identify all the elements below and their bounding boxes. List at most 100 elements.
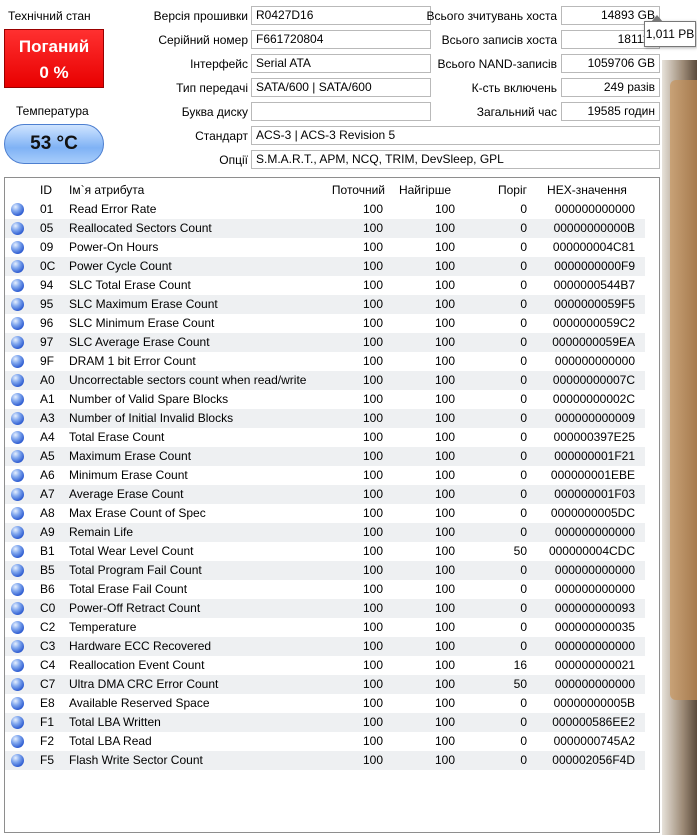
attribute-id: E8 bbox=[40, 696, 55, 710]
attribute-current: 100 bbox=[362, 316, 383, 330]
attribute-name: SLC Average Erase Count bbox=[69, 335, 210, 349]
table-row[interactable]: A5 Maximum Erase Count 100 100 0 000000001F21 bbox=[5, 447, 645, 466]
attribute-name: Ultra DMA CRC Error Count bbox=[69, 677, 219, 691]
attribute-raw: 000000004CDC bbox=[548, 544, 635, 558]
standard-field[interactable]: ACS-3 | ACS-3 Revision 5 bbox=[251, 126, 660, 145]
header-name[interactable]: Ім`я атрибута bbox=[69, 181, 319, 200]
attribute-worst: 100 bbox=[434, 620, 455, 634]
table-row[interactable]: A3 Number of Initial Invalid Blocks 100 100… bbox=[5, 409, 645, 428]
status-dot-icon bbox=[11, 222, 24, 235]
firmware-field[interactable]: R0427D16 bbox=[251, 6, 431, 25]
attribute-raw: 000000004C81 bbox=[552, 240, 635, 254]
attribute-current: 100 bbox=[362, 240, 383, 254]
drive-letter-field[interactable] bbox=[251, 102, 431, 121]
header-threshold[interactable]: Поріг bbox=[465, 181, 527, 200]
attribute-threshold: 0 bbox=[520, 430, 527, 444]
status-dot-icon bbox=[11, 754, 24, 767]
table-row[interactable]: B5 Total Program Fail Count 100 100 0 0000000… bbox=[5, 561, 645, 580]
table-row[interactable]: 95 SLC Maximum Erase Count 100 100 0 00000000… bbox=[5, 295, 645, 314]
attribute-raw: 0000000005DC bbox=[550, 506, 635, 520]
serial-field[interactable]: F661720804 bbox=[251, 30, 431, 49]
transfer-field[interactable]: SATA/600 | SATA/600 bbox=[251, 78, 431, 97]
table-row[interactable]: A9 Remain Life 100 100 0 000000000000 bbox=[5, 523, 645, 542]
attribute-worst: 100 bbox=[434, 468, 455, 482]
attribute-id: C4 bbox=[40, 658, 56, 672]
background-window-edge bbox=[662, 60, 697, 835]
table-row[interactable]: A6 Minimum Erase Count 100 100 0 000000001EBE bbox=[5, 466, 645, 485]
attribute-id: B1 bbox=[40, 544, 55, 558]
table-row[interactable]: 94 SLC Total Erase Count 100 100 0 0000000544… bbox=[5, 276, 645, 295]
table-row[interactable]: A0 Uncorrectable sectors count when read/… bbox=[5, 371, 645, 390]
attribute-id: A4 bbox=[40, 430, 55, 444]
table-row[interactable]: B6 Total Erase Fail Count 100 100 0 000000000… bbox=[5, 580, 645, 599]
table-row[interactable]: 9F DRAM 1 bit Error Count 100 100 0 000000000… bbox=[5, 352, 645, 371]
attribute-threshold: 0 bbox=[520, 449, 527, 463]
table-row[interactable]: A7 Average Erase Count 100 100 0 000000001F03 bbox=[5, 485, 645, 504]
table-row[interactable]: F5 Flash Write Sector Count 100 100 0 0000020… bbox=[5, 751, 645, 770]
power-on-count-field[interactable]: 249 разів bbox=[561, 78, 660, 97]
nand-writes-label: Всього NAND-записів bbox=[437, 57, 557, 71]
table-row[interactable]: E8 Available Reserved Space 100 100 0 0000000… bbox=[5, 694, 645, 713]
health-status-box[interactable]: Поганий 0 % bbox=[4, 29, 104, 88]
attribute-worst: 100 bbox=[434, 601, 455, 615]
table-row[interactable]: B1 Total Wear Level Count 100 100 50 00000000… bbox=[5, 542, 645, 561]
smart-attribute-table[interactable]: ID Ім`я атрибута Поточний Найгірше Поріг… bbox=[4, 177, 660, 833]
table-row[interactable]: 0C Power Cycle Count 100 100 0 0000000000F9 bbox=[5, 257, 645, 276]
tooltip: 1,011 PB bbox=[644, 15, 696, 47]
attribute-raw: 00000000005B bbox=[553, 696, 635, 710]
attribute-id: B5 bbox=[40, 563, 55, 577]
table-row[interactable]: C4 Reallocation Event Count 100 100 16 000000… bbox=[5, 656, 645, 675]
attribute-current: 100 bbox=[362, 468, 383, 482]
table-row[interactable]: A4 Total Erase Count 100 100 0 000000397E25 bbox=[5, 428, 645, 447]
attribute-worst: 100 bbox=[434, 430, 455, 444]
table-row[interactable]: A8 Max Erase Count of Spec 100 100 0 00000000… bbox=[5, 504, 645, 523]
features-field[interactable]: S.M.A.R.T., APM, NCQ, TRIM, DevSleep, GP… bbox=[251, 150, 660, 169]
attribute-worst: 100 bbox=[434, 411, 455, 425]
standard-label: Стандарт bbox=[195, 129, 248, 143]
interface-field[interactable]: Serial ATA bbox=[251, 54, 431, 73]
status-dot-icon bbox=[11, 545, 24, 558]
attribute-threshold: 0 bbox=[520, 335, 527, 349]
status-dot-icon bbox=[11, 602, 24, 615]
table-row[interactable]: C2 Temperature 100 100 0 000000000035 bbox=[5, 618, 645, 637]
table-row[interactable]: 96 SLC Minimum Erase Count 100 100 0 00000000… bbox=[5, 314, 645, 333]
header-id[interactable]: ID bbox=[40, 181, 66, 200]
temperature-value[interactable]: 53 °C bbox=[4, 124, 104, 164]
table-row[interactable]: C3 Hardware ECC Recovered 100 100 0 000000000… bbox=[5, 637, 645, 656]
header-worst[interactable]: Найгірше bbox=[395, 181, 455, 200]
attribute-raw: 000000000035 bbox=[554, 620, 635, 634]
table-row[interactable]: 01 Read Error Rate 100 100 0 000000000000 bbox=[5, 200, 645, 219]
nand-writes-field[interactable]: 1059706 GB bbox=[561, 54, 660, 73]
attribute-worst: 100 bbox=[434, 563, 455, 577]
table-row[interactable]: C0 Power-Off Retract Count 100 100 0 00000000… bbox=[5, 599, 645, 618]
attribute-id: 97 bbox=[40, 335, 54, 349]
attribute-name: Total Erase Count bbox=[69, 430, 165, 444]
attribute-threshold: 0 bbox=[520, 316, 527, 330]
table-row[interactable]: 09 Power-On Hours 100 100 0 000000004C81 bbox=[5, 238, 645, 257]
temperature-label: Температура bbox=[16, 104, 89, 118]
attribute-id: A6 bbox=[40, 468, 55, 482]
attribute-raw: 000000001F03 bbox=[554, 487, 635, 501]
table-row[interactable]: A1 Number of Valid Spare Blocks 100 100 0 000… bbox=[5, 390, 645, 409]
table-row[interactable]: 97 SLC Average Erase Count 100 100 0 00000000… bbox=[5, 333, 645, 352]
attribute-raw: 000000397E25 bbox=[553, 430, 635, 444]
status-dot-icon bbox=[11, 659, 24, 672]
table-row[interactable]: C7 Ultra DMA CRC Error Count 100 100 50 00000… bbox=[5, 675, 645, 694]
power-on-hours-field[interactable]: 19585 годин bbox=[561, 102, 660, 121]
attribute-raw: 000002056F4D bbox=[552, 753, 635, 767]
table-row[interactable]: F2 Total LBA Read 100 100 0 0000000745A2 bbox=[5, 732, 645, 751]
header-current[interactable]: Поточний bbox=[323, 181, 385, 200]
attribute-current: 100 bbox=[362, 392, 383, 406]
header-raw[interactable]: HEX-значення bbox=[539, 181, 635, 200]
background-window-stripe bbox=[670, 80, 697, 700]
attribute-id: 9F bbox=[40, 354, 55, 368]
table-row[interactable]: F1 Total LBA Written 100 100 0 000000586EE2 bbox=[5, 713, 645, 732]
table-row[interactable]: 05 Reallocated Sectors Count 100 100 0 000000… bbox=[5, 219, 645, 238]
attribute-name: Read Error Rate bbox=[69, 202, 157, 216]
attribute-name: Max Erase Count of Spec bbox=[69, 506, 206, 520]
attribute-threshold: 0 bbox=[520, 411, 527, 425]
attribute-threshold: 0 bbox=[520, 525, 527, 539]
attribute-name: Total Program Fail Count bbox=[69, 563, 202, 577]
attribute-id: A9 bbox=[40, 525, 55, 539]
attribute-worst: 100 bbox=[434, 639, 455, 653]
